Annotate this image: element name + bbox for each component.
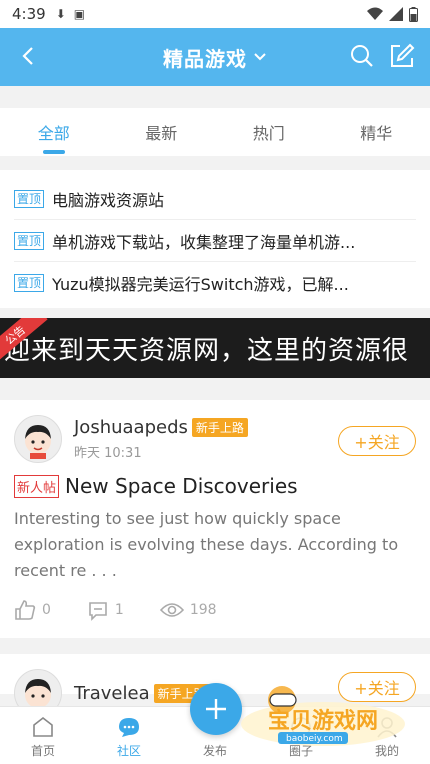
battery-icon <box>409 6 418 22</box>
like-stat[interactable]: 0 <box>14 599 51 621</box>
pinned-item[interactable]: 置顶 电脑游戏资源站 <box>14 178 416 220</box>
username[interactable]: Travelea <box>74 683 150 704</box>
download-icon: ⬇ <box>55 7 66 21</box>
avatar[interactable] <box>14 415 62 463</box>
title-dropdown[interactable]: 精品游戏 <box>163 43 267 72</box>
wifi-icon <box>367 7 383 20</box>
nav-publish-label: 发布 <box>202 744 227 758</box>
username[interactable]: Joshuaapeds <box>74 417 188 438</box>
pinned-badge: 置顶 <box>14 231 45 250</box>
comment-count: 1 <box>114 602 124 618</box>
level-badge: 新手上路 <box>191 418 248 437</box>
svg-text:baobeiy.com: baobeiy.com <box>286 734 343 744</box>
search-button[interactable] <box>348 42 376 70</box>
pinned-item-title: 单机游戏下载站，收集整理了海量单机游... <box>52 232 356 252</box>
pinned-item[interactable]: 置顶 单机游戏下载站，收集整理了海量单机游... <box>14 220 416 262</box>
pinned-badge: 置顶 <box>14 274 45 292</box>
nav-home-label: 首页 <box>30 744 55 758</box>
status-bar: 4:39 ⬇ ▣ <box>0 0 430 28</box>
publish-fab-button[interactable] <box>190 683 242 735</box>
view-count: 198 <box>189 602 217 618</box>
back-button[interactable] <box>14 42 42 70</box>
tab-featured[interactable]: 精华 <box>323 108 430 156</box>
avatar-face-icon <box>25 425 51 459</box>
post-time: 昨天 10:31 <box>74 446 142 461</box>
tab-bar: 全部 最新 热门 精华 <box>0 108 430 156</box>
back-arrow-icon <box>22 47 33 65</box>
post-card[interactable]: Joshuaapeds 新手上路 昨天 10:31 +关注 新人帖 New Sp… <box>0 400 430 638</box>
announcement-banner[interactable]: 公告 迎来到天天资源网，这里的资源很 <box>0 318 430 378</box>
tab-latest[interactable]: 最新 <box>108 108 216 156</box>
nav-home[interactable]: 首页 <box>0 707 86 764</box>
tab-hot[interactable]: 热门 <box>215 108 323 156</box>
nav-community-label: 社区 <box>116 744 141 758</box>
plus-icon <box>206 699 226 719</box>
comment-stat[interactable]: 1 <box>87 599 124 621</box>
pinned-badge: 置顶 <box>14 189 45 208</box>
community-icon <box>119 718 139 737</box>
svg-text:宝贝游戏网: 宝贝游戏网 <box>268 708 378 734</box>
home-icon <box>33 716 53 737</box>
chevron-down-icon <box>254 53 266 61</box>
watermark-logo: 宝贝游戏网 baobeiy.com <box>238 680 408 748</box>
page-title: 精品游戏 <box>163 46 247 71</box>
like-count: 0 <box>42 602 51 618</box>
view-stat: 198 <box>159 601 217 619</box>
pinned-item-title: 电脑游戏资源站 <box>52 190 165 210</box>
post-stats: 0 1 198 <box>14 588 416 632</box>
post-excerpt: Interesting to see just how quickly spac… <box>14 509 399 580</box>
user-line: Joshuaapeds 新手上路 <box>74 417 248 438</box>
app-header: 精品游戏 <box>0 28 430 86</box>
post-title[interactable]: New Space Discoveries <box>65 474 298 498</box>
tab-all[interactable]: 全部 <box>0 108 108 156</box>
edit-button[interactable] <box>388 42 416 70</box>
new-user-badge: 新人帖 <box>14 474 60 498</box>
post-title-line: 新人帖 New Space Discoveries <box>14 474 416 498</box>
user-line: Travelea 新手上路 <box>74 683 210 704</box>
pinned-item-title: Yuzu模拟器完美运行Switch游戏，已解... <box>52 275 349 294</box>
pinned-list: 置顶 电脑游戏资源站 置顶 单机游戏下载站，收集整理了海量单机游... 置顶 Y… <box>0 170 430 308</box>
watermark-graphic: 宝贝游戏网 baobeiy.com <box>241 686 405 746</box>
eye-icon <box>159 603 184 617</box>
status-time: 4:39 <box>12 5 46 23</box>
announcement-text: 迎来到天天资源网，这里的资源很 <box>4 335 410 366</box>
thumbs-up-icon <box>15 600 36 620</box>
edit-icon <box>391 43 415 67</box>
user-info: Travelea 新手上路 <box>74 683 210 704</box>
notification-icon: ▣ <box>73 7 86 21</box>
signal-icon <box>389 7 403 21</box>
comment-icon <box>89 602 107 621</box>
search-icon <box>351 45 373 67</box>
nav-community[interactable]: 社区 <box>86 707 172 764</box>
user-info: Joshuaapeds 新手上路 昨天 10:31 <box>74 417 248 461</box>
follow-button[interactable]: +关注 <box>338 426 416 456</box>
pinned-item[interactable]: 置顶 Yuzu模拟器完美运行Switch游戏，已解... <box>14 262 416 304</box>
